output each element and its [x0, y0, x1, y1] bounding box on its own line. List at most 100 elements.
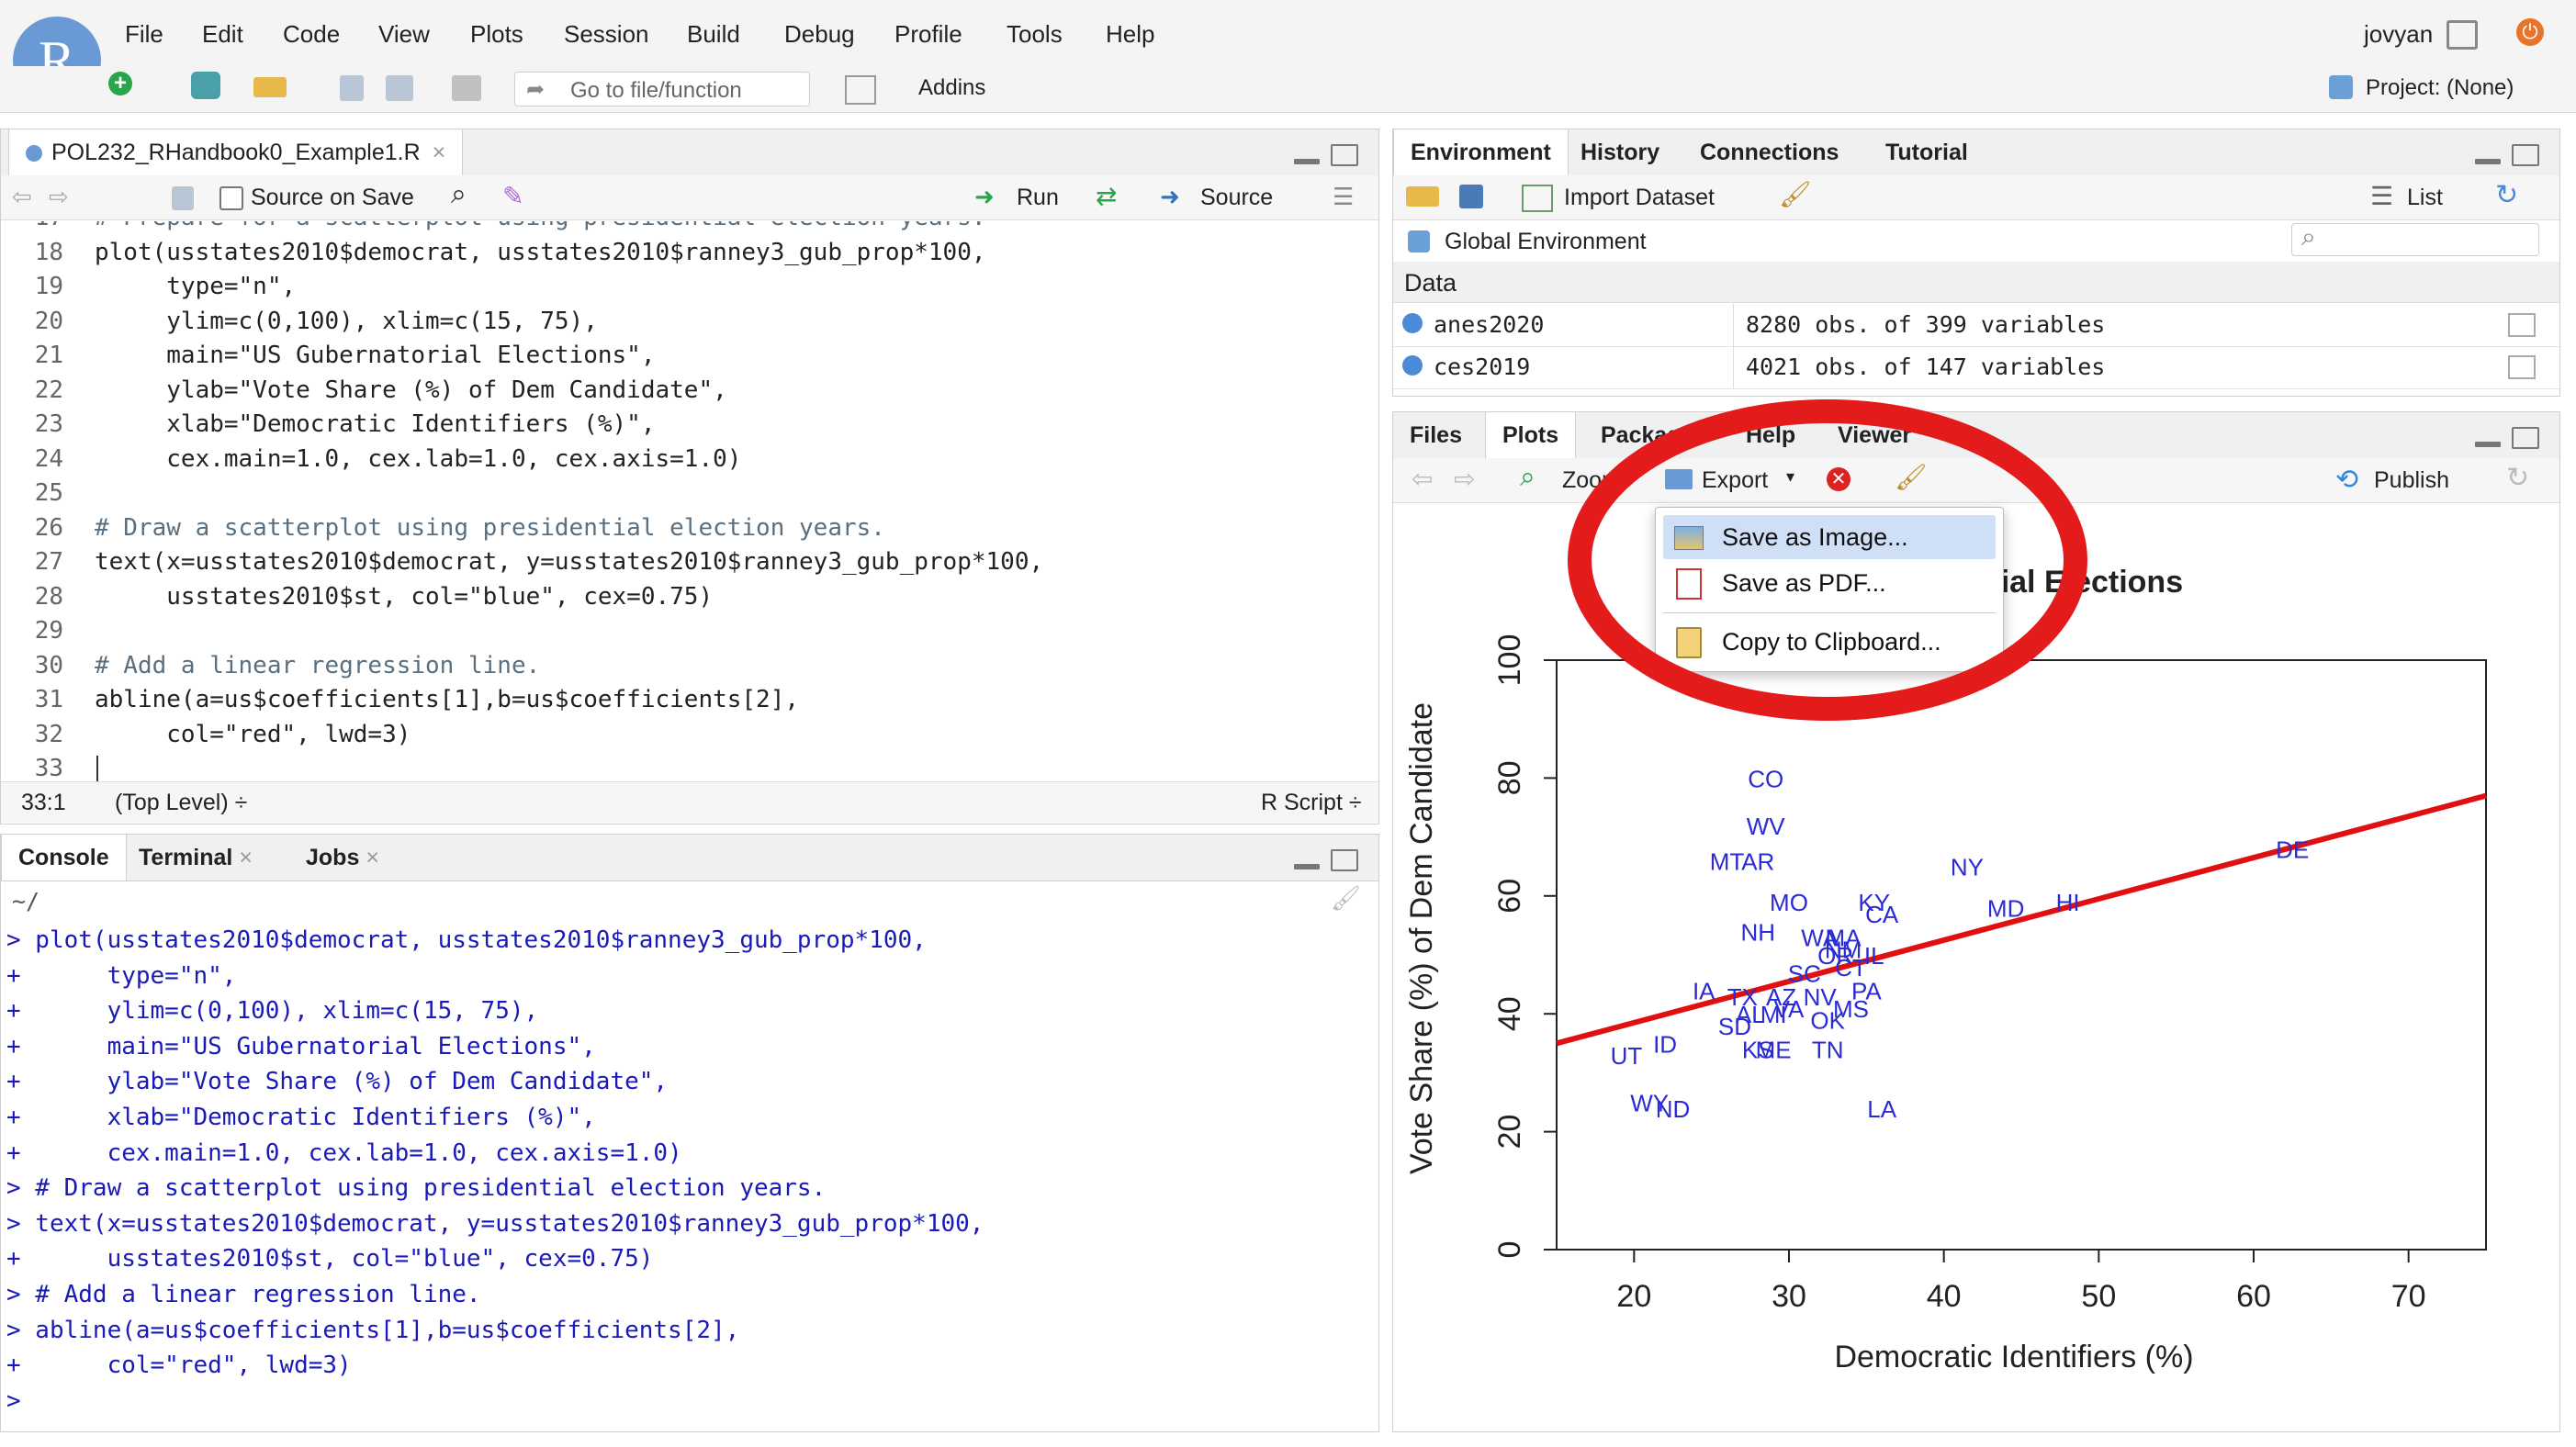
code-line[interactable]: 19 type="n",	[1, 270, 296, 304]
editor-file-tab[interactable]: POL232_RHandbook0_Example1.R ×	[8, 129, 464, 175]
env-search-input[interactable]: ⌕	[2291, 222, 2539, 256]
scope-selector[interactable]: Global Environment	[1445, 229, 1647, 255]
clear-console-icon[interactable]: 🖌	[1331, 884, 1361, 913]
close-jobs-icon[interactable]: ×	[366, 845, 379, 870]
console-line: > # Draw a scatterplot using presidentia…	[6, 1174, 827, 1203]
expand-icon[interactable]	[1402, 355, 1423, 376]
code-line[interactable]: 32 col="red", lwd=3)	[1, 718, 411, 752]
new-file-icon[interactable]: +	[108, 72, 132, 95]
tab-tutorial[interactable]: Tutorial	[1869, 129, 1985, 175]
code-line[interactable]: 22 ylab="Vote Share (%) of Dem Candidate…	[1, 374, 727, 408]
search-icon[interactable]: ⌕	[451, 179, 467, 210]
menu-code[interactable]: Code	[283, 20, 340, 49]
code-editor[interactable]: 17 # Prepare for a scatterplot using pres…	[1, 221, 1268, 781]
code-line[interactable]: 20 ylim=c(0,100), xlim=c(15, 75),	[1, 305, 598, 339]
tab-console[interactable]: Console	[1, 835, 127, 881]
refresh-icon[interactable]: ↻	[2495, 179, 2518, 211]
code-line[interactable]: 23 xlab="Democratic Identifiers (%)",	[1, 408, 656, 442]
new-project-icon[interactable]	[191, 72, 220, 99]
code-line[interactable]: 17 # Prepare for a scatterplot using pres…	[1, 221, 986, 235]
code-line[interactable]: 29	[1, 614, 95, 648]
code-line[interactable]: 28 usstates2010$st, col="blue", cex=0.75…	[1, 580, 713, 614]
menu-view[interactable]: View	[378, 20, 430, 49]
tab-history[interactable]: History	[1564, 129, 1676, 175]
code-line[interactable]: 18 plot(usstates2010$democrat, usstates20…	[1, 236, 986, 270]
point-label: VA	[1774, 995, 1805, 1023]
tab-files[interactable]: Files	[1393, 412, 1479, 458]
maximize-icon[interactable]	[1331, 849, 1358, 871]
close-terminal-icon[interactable]: ×	[239, 845, 253, 870]
minimize-icon[interactable]	[1294, 864, 1320, 869]
maximize-icon[interactable]	[2512, 144, 2539, 166]
console-output[interactable]: > plot(usstates2010$democrat, usstates20…	[1, 923, 1369, 1428]
signout-icon[interactable]	[2447, 20, 2478, 50]
menu-debug[interactable]: Debug	[784, 20, 855, 49]
tab-terminal[interactable]: Terminal ×	[122, 835, 269, 881]
import-dataset-button[interactable]: Import Dataset	[1564, 185, 1715, 211]
load-workspace-icon[interactable]	[1406, 186, 1439, 207]
power-icon[interactable]: ⏻	[2516, 18, 2544, 46]
code-text: usstates2010$st, col="blue", cex=0.75)	[95, 582, 714, 611]
code-line[interactable]: 31 abline(a=us$coefficients[1],b=us$coeff…	[1, 683, 799, 717]
tab-connections[interactable]: Connections	[1683, 129, 1855, 175]
magic-wand-icon[interactable]: ✎	[502, 181, 523, 211]
source-button[interactable]: Source	[1200, 185, 1273, 211]
save-icon[interactable]	[340, 75, 364, 101]
code-line[interactable]: 21 main="US Gubernatorial Elections",	[1, 339, 656, 373]
prev-plot-icon[interactable]: ⇦	[1412, 464, 1433, 494]
code-line[interactable]: 26 # Draw a scatterplot using presidentia…	[1, 511, 885, 545]
run-button[interactable]: Run	[1017, 185, 1059, 211]
addins-menu[interactable]: Addins	[918, 75, 985, 101]
view-mode-selector[interactable]: List	[2407, 185, 2443, 211]
next-plot-icon[interactable]: ⇨	[1454, 464, 1475, 494]
scope-selector[interactable]: (Top Level) ÷	[115, 790, 247, 816]
menu-plots[interactable]: Plots	[470, 20, 523, 49]
menu-session[interactable]: Session	[564, 20, 649, 49]
save-all-icon[interactable]	[386, 75, 413, 101]
tab-jobs[interactable]: Jobs ×	[289, 835, 396, 881]
menu-build[interactable]: Build	[687, 20, 740, 49]
close-tab-icon[interactable]: ×	[433, 140, 446, 165]
open-file-icon[interactable]	[253, 77, 287, 97]
x-tick-label: 40	[1927, 1279, 1962, 1314]
file-type-selector[interactable]: R Script ÷	[1261, 790, 1362, 816]
clear-objects-icon[interactable]: 🖌	[1779, 179, 1812, 209]
project-icon	[2329, 75, 2353, 99]
save-doc-icon[interactable]	[172, 186, 194, 210]
print-icon[interactable]	[452, 75, 481, 101]
table-view-icon[interactable]	[2508, 355, 2536, 379]
menu-file[interactable]: File	[125, 20, 163, 49]
env-row[interactable]: anes2020 8280 obs. of 399 variables	[1393, 304, 2559, 347]
source-on-save-checkbox[interactable]	[219, 186, 243, 210]
publish-button[interactable]: Publish	[2374, 467, 2449, 494]
env-row[interactable]: ces2019 4021 obs. of 147 variables	[1393, 346, 2559, 389]
minimize-icon[interactable]	[1294, 159, 1320, 164]
menu-profile[interactable]: Profile	[894, 20, 962, 49]
menu-edit[interactable]: Edit	[202, 20, 243, 49]
code-line[interactable]: 27 text(x=usstates2010$democrat, y=usstat…	[1, 545, 1043, 579]
goto-file-input[interactable]: ➦ Go to file/function	[514, 72, 810, 107]
minimize-icon[interactable]	[2475, 159, 2501, 164]
project-menu[interactable]: Project: (None)	[2366, 75, 2514, 101]
menu-tools[interactable]: Tools	[1007, 20, 1063, 49]
tab-environment[interactable]: Environment	[1393, 129, 1569, 175]
code-line[interactable]: 25	[1, 477, 95, 510]
maximize-icon[interactable]	[1331, 144, 1358, 166]
forward-icon[interactable]: ⇨	[49, 183, 69, 211]
outline-icon[interactable]: ☰	[1333, 183, 1354, 211]
refresh-icon[interactable]: ↻	[2506, 462, 2529, 494]
back-icon[interactable]: ⇦	[12, 183, 32, 211]
code-line[interactable]: 30 # Add a linear regression line.	[1, 649, 541, 683]
rerun-icon[interactable]: ⇄	[1096, 181, 1117, 211]
code-line[interactable]: 33	[1, 752, 95, 781]
expand-icon[interactable]	[1402, 313, 1423, 333]
save-workspace-icon[interactable]	[1459, 185, 1483, 208]
table-view-icon[interactable]	[2508, 313, 2536, 337]
point-label: NY	[1951, 854, 1984, 881]
code-line[interactable]: 24 cex.main=1.0, cex.lab=1.0, cex.axis=1…	[1, 443, 742, 477]
maximize-icon[interactable]	[2512, 427, 2539, 449]
minimize-icon[interactable]	[2475, 442, 2501, 447]
grid-layout-icon[interactable]	[845, 75, 876, 105]
annotation-ellipse	[1568, 399, 2087, 721]
menu-help[interactable]: Help	[1106, 20, 1154, 49]
